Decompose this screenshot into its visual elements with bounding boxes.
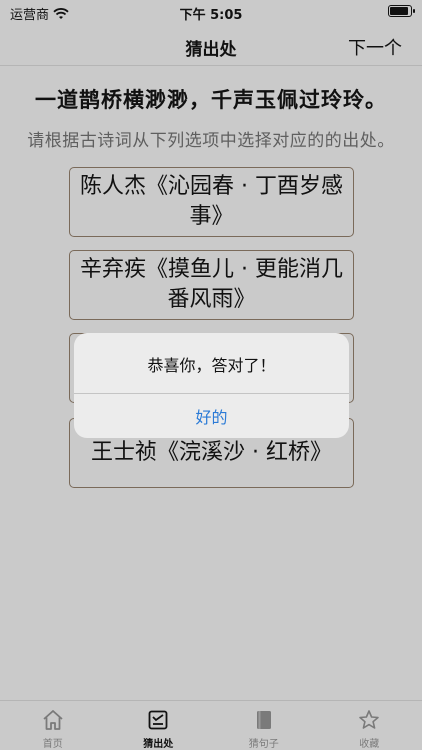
guess-source-icon [148,710,168,730]
tab-bar: 首页 猜出处 猜句子 收藏 [0,700,422,750]
status-time: 下午 5:05 [179,8,243,23]
tab-home[interactable]: 首页 [0,701,106,750]
battery-icon [388,5,415,17]
status-bar: 运营商 下午 5:05 [0,0,422,24]
tab-label: 首页 [42,739,63,750]
tab-label: 猜句子 [248,739,279,750]
alert-dialog: 恭喜你，答对了！ 好的 [74,333,349,438]
option-button[interactable]: 陈人杰《沁园春 · 丁酉岁感事》 [69,167,354,237]
tab-guess-source[interactable]: 猜出处 [106,701,212,750]
alert-ok-button[interactable]: 好的 [74,394,349,438]
alert-message: 恭喜你，答对了！ [147,356,276,375]
instruction-text: 请根据古诗词从下列选项中选择对应的的出处。 [27,131,395,151]
tab-favorites[interactable]: 收藏 [317,701,422,750]
next-button[interactable]: 下一个 [348,34,402,60]
tab-guess-sentence[interactable]: 猜句子 [211,701,317,750]
poem-line: 一道鹊桥横渺渺，千声玉佩过玲玲。 [35,88,387,112]
tab-label: 猜出处 [143,739,174,750]
option-button[interactable]: 辛弃疾《摸鱼儿 · 更能消几番风雨》 [69,250,354,320]
star-icon [359,710,380,729]
tab-label: 收藏 [359,739,380,750]
nav-bar: 猜出处 下一个 [0,24,422,66]
book-icon [256,711,271,729]
home-icon [43,710,63,730]
